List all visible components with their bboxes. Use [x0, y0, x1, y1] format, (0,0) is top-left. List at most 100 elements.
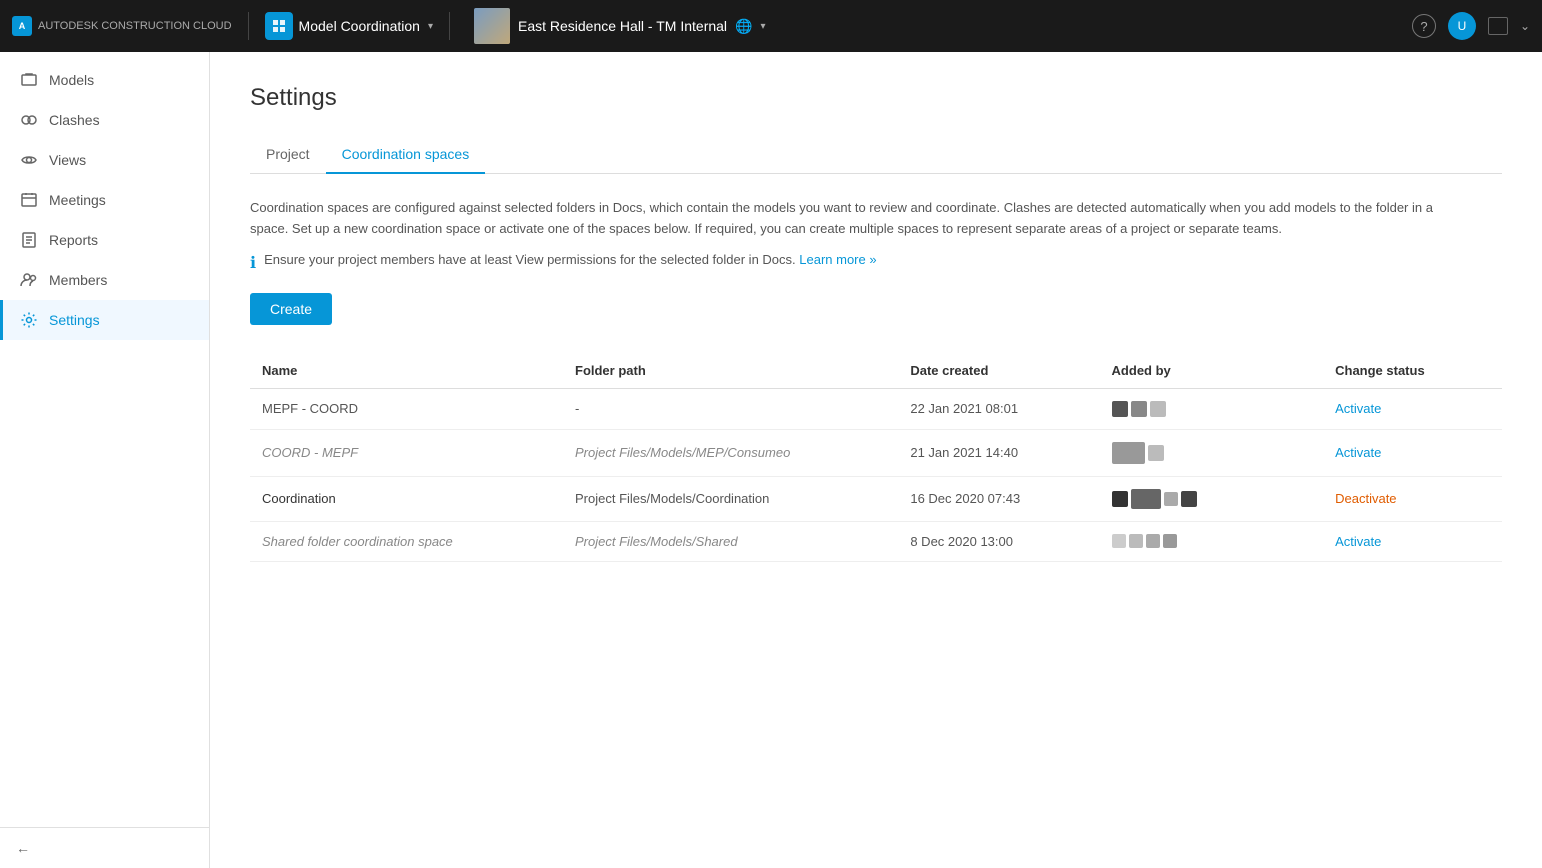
cell-name: Coordination: [250, 476, 563, 521]
cell-name: MEPF - COORD: [250, 388, 563, 429]
globe-icon: 🌐: [735, 18, 752, 35]
sidebar-label-reports: Reports: [49, 232, 98, 248]
sidebar-item-clashes[interactable]: Clashes: [0, 100, 209, 140]
topbar-divider: [248, 12, 249, 40]
sidebar-collapse-button[interactable]: ←: [0, 827, 209, 868]
col-header-date: Date created: [898, 353, 1099, 389]
cell-date: 21 Jan 2021 14:40: [898, 429, 1099, 476]
sidebar-item-views[interactable]: Views: [0, 140, 209, 180]
table-header: Name Folder path Date created Added by C…: [250, 353, 1502, 389]
avatar-item: [1181, 491, 1197, 507]
col-header-status: Change status: [1323, 353, 1502, 389]
expand-icon: ⌄: [1520, 19, 1530, 33]
app-icon: [265, 12, 293, 40]
project-thumbnail: [474, 8, 510, 44]
info-note-text: Ensure your project members have at leas…: [264, 252, 877, 267]
table-row: COORD - MEPF Project Files/Models/MEP/Co…: [250, 429, 1502, 476]
cell-name: Shared folder coordination space: [250, 521, 563, 561]
settings-tabs: Project Coordination spaces: [250, 136, 1502, 174]
avatar-item: [1112, 534, 1126, 548]
clashes-icon: [19, 110, 39, 130]
brand: A AUTODESK CONSTRUCTION CLOUD: [12, 16, 232, 36]
sidebar-item-members[interactable]: Members: [0, 260, 209, 300]
models-icon: [19, 70, 39, 90]
sidebar-label-views: Views: [49, 152, 86, 168]
project-dropdown-icon: ▾: [760, 21, 765, 32]
avatar-group: [1112, 442, 1312, 464]
sidebar-label-meetings: Meetings: [49, 192, 106, 208]
project-thumbnail-img: [474, 8, 510, 44]
cell-added-by: [1100, 521, 1324, 561]
avatar-item: [1129, 534, 1143, 548]
status-link[interactable]: Deactivate: [1335, 491, 1396, 506]
cell-date: 8 Dec 2020 13:00: [898, 521, 1099, 561]
table-row: Shared folder coordination space Project…: [250, 521, 1502, 561]
status-link[interactable]: Activate: [1335, 401, 1381, 416]
sidebar-label-settings: Settings: [49, 312, 100, 328]
cell-status: Activate: [1323, 429, 1502, 476]
table-body: MEPF - COORD - 22 Jan 2021 08:01 Activat…: [250, 388, 1502, 561]
col-header-name: Name: [250, 353, 563, 389]
project-selector[interactable]: East Residence Hall - TM Internal 🌐 ▾: [474, 8, 766, 44]
avatar-group: [1112, 534, 1312, 548]
app-chevron-icon: ▾: [428, 21, 433, 32]
create-button[interactable]: Create: [250, 293, 332, 325]
cell-folder: Project Files/Models/Shared: [563, 521, 898, 561]
sidebar-item-models[interactable]: Models: [0, 60, 209, 100]
sidebar-item-settings[interactable]: Settings: [0, 300, 209, 340]
status-link[interactable]: Activate: [1335, 445, 1381, 460]
topbar-actions: ? U ⌄: [1412, 12, 1530, 40]
avatar-item: [1112, 401, 1128, 417]
app-name: Model Coordination: [299, 18, 420, 34]
window-controls: [1488, 17, 1508, 35]
avatar[interactable]: U: [1448, 12, 1476, 40]
cell-status: Deactivate: [1323, 476, 1502, 521]
tab-project[interactable]: Project: [250, 136, 326, 174]
collapse-icon: ←: [16, 840, 30, 856]
brand-text: AUTODESK CONSTRUCTION CLOUD: [38, 20, 232, 32]
table-row: MEPF - COORD - 22 Jan 2021 08:01 Activat…: [250, 388, 1502, 429]
cell-status: Activate: [1323, 388, 1502, 429]
app-switcher[interactable]: Model Coordination ▾: [265, 12, 433, 40]
sidebar-item-meetings[interactable]: Meetings: [0, 180, 209, 220]
sidebar: Models Clashes Views: [0, 52, 210, 868]
sidebar-nav: Models Clashes Views: [0, 52, 209, 827]
avatar-item: [1164, 492, 1178, 506]
info-description: Coordination spaces are configured again…: [250, 198, 1450, 240]
topbar: A AUTODESK CONSTRUCTION CLOUD Model Coor…: [0, 0, 1542, 52]
cell-folder: Project Files/Models/Coordination: [563, 476, 898, 521]
info-note: ℹ Ensure your project members have at le…: [250, 252, 1502, 273]
coordination-icon: [271, 18, 287, 34]
help-button[interactable]: ?: [1412, 14, 1436, 38]
avatar-group: [1112, 401, 1312, 417]
project-name: East Residence Hall - TM Internal: [518, 18, 727, 34]
col-header-folder: Folder path: [563, 353, 898, 389]
col-header-added: Added by: [1100, 353, 1324, 389]
cell-added-by: [1100, 388, 1324, 429]
cell-date: 16 Dec 2020 07:43: [898, 476, 1099, 521]
cell-added-by: [1100, 476, 1324, 521]
cell-date: 22 Jan 2021 08:01: [898, 388, 1099, 429]
topbar-divider2: [449, 12, 450, 40]
sidebar-item-reports[interactable]: Reports: [0, 220, 209, 260]
avatar-item: [1146, 534, 1160, 548]
avatar-group: [1112, 489, 1312, 509]
meetings-icon: [19, 190, 39, 210]
avatar-item: [1112, 491, 1128, 507]
page-title: Settings: [250, 84, 1502, 112]
members-icon: [19, 270, 39, 290]
avatar-item: [1131, 489, 1161, 509]
tab-coordination-spaces[interactable]: Coordination spaces: [326, 136, 486, 174]
cell-folder: -: [563, 388, 898, 429]
avatar-item: [1148, 445, 1164, 461]
learn-more-link[interactable]: Learn more »: [799, 252, 876, 267]
sidebar-label-models: Models: [49, 72, 94, 88]
status-link[interactable]: Activate: [1335, 534, 1381, 549]
sidebar-label-members: Members: [49, 272, 107, 288]
avatar-item: [1131, 401, 1147, 417]
info-circle-icon: ℹ: [250, 253, 256, 273]
views-icon: [19, 150, 39, 170]
content-area: Settings Project Coordination spaces Coo…: [210, 52, 1542, 868]
settings-icon: [19, 310, 39, 330]
autodesk-logo: A: [12, 16, 32, 36]
